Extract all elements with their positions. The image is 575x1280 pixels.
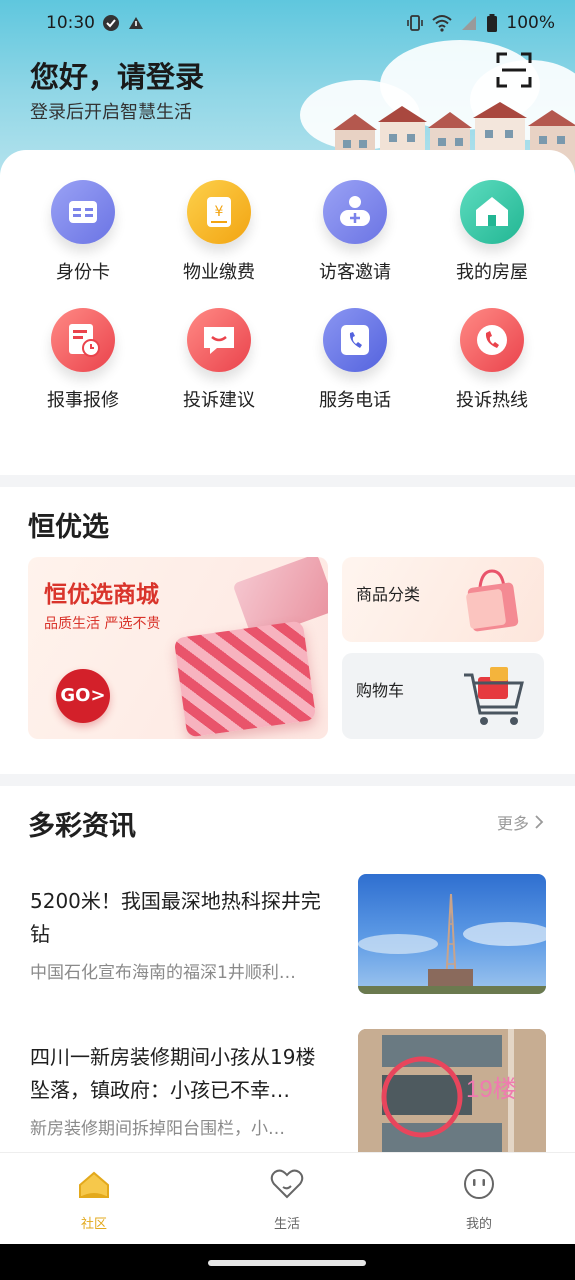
house-icon [460, 180, 524, 244]
nav-label: 我的 [465, 1217, 492, 1232]
service-property-fee[interactable]: ¥ 物业缴费 [159, 180, 279, 284]
service-label: 投诉热线 [456, 390, 528, 411]
svg-text:¥: ¥ [215, 204, 224, 220]
news-desc: 中国石化宣布海南的福深1井顺利… [30, 963, 296, 983]
shop-banner-title: 恒优选商城 [44, 582, 159, 608]
shop-category-label: 商品分类 [356, 585, 421, 604]
chevron-right-icon [535, 815, 544, 829]
service-complaint[interactable]: 投诉建议 [159, 308, 279, 412]
nav-label: 社区 [80, 1217, 107, 1232]
news-title: 5200米！我国最深地热科探井完钻 [30, 889, 321, 946]
gift-box-image [173, 620, 317, 738]
visitor-icon [323, 180, 387, 244]
nav-tab-community[interactable]: 社区 [54, 1167, 134, 1232]
service-label: 身份卡 [56, 262, 110, 283]
service-id-card[interactable]: 身份卡 [23, 180, 143, 284]
id-card-icon [51, 180, 115, 244]
shop-cart-card[interactable]: 购物车 [342, 653, 544, 739]
complaint-icon [187, 308, 251, 372]
shop-banner-subtitle: 品质生活 严选不贵 [44, 616, 161, 632]
signal-icon [462, 16, 477, 30]
repair-icon [51, 308, 115, 372]
service-label: 我的房屋 [456, 262, 528, 283]
shopping-cart-icon [464, 667, 524, 725]
wifi-icon [432, 15, 453, 32]
nav-tab-mine[interactable]: 我的 [439, 1167, 519, 1232]
news-image-building: 19楼 [358, 1029, 546, 1152]
news-image-drilling-rig [358, 874, 546, 994]
news-title: 四川一新房装修期间小孩从19楼坠落，镇政府：小孩已不幸… [30, 1045, 316, 1102]
home-gesture-bar[interactable] [208, 1260, 366, 1266]
go-button[interactable]: GO> [56, 669, 110, 723]
news-desc: 新房装修期间拆掉阳台围栏，小… [30, 1119, 285, 1139]
service-label: 报事报修 [47, 390, 119, 411]
service-label: 服务电话 [319, 390, 391, 411]
login-greeting[interactable]: 您好，请登录 [30, 54, 204, 96]
service-repair[interactable]: 报事报修 [23, 308, 143, 412]
service-visitor-invite[interactable]: 访客邀请 [295, 180, 415, 284]
news-image-caption: 19楼 [466, 1076, 517, 1103]
bottom-nav: 社区 生活 我的 [0, 1152, 575, 1244]
shop-category-card[interactable]: 商品分类 [342, 557, 544, 642]
status-bar: 10:30 100% [0, 10, 575, 38]
nav-label: 生活 [273, 1217, 300, 1232]
warning-icon [129, 17, 143, 29]
news-section-title: 多彩资讯 [28, 811, 136, 842]
news-more-link[interactable]: 更多 [497, 810, 544, 834]
shopping-bag-icon [466, 569, 519, 632]
service-label: 访客邀请 [319, 262, 391, 283]
hotline-icon [460, 308, 524, 372]
system-navigation-bar [0, 1244, 575, 1280]
scan-icon[interactable] [496, 52, 532, 88]
service-hotline[interactable]: 投诉热线 [432, 308, 552, 412]
check-circle-icon [103, 15, 119, 31]
service-phone-icon [323, 308, 387, 372]
login-subtitle: 登录后开启智慧生活 [30, 102, 192, 123]
shop-section-title: 恒优选 [28, 512, 109, 543]
shop-cart-label: 购物车 [356, 681, 405, 700]
status-time: 10:30 [46, 13, 95, 33]
nav-tab-life[interactable]: 生活 [247, 1167, 327, 1232]
battery-icon [487, 14, 498, 32]
payment-icon: ¥ [187, 180, 251, 244]
shop-mall-banner[interactable]: 恒优选商城 品质生活 严选不贵 GO> [28, 557, 328, 739]
battery-percentage: 100% [506, 13, 555, 33]
service-label: 投诉建议 [183, 390, 255, 411]
service-label: 物业缴费 [183, 262, 255, 283]
heart-icon [270, 1169, 304, 1199]
services-card: 身份卡 ¥ 物业缴费 访客邀请 我的房屋 报事报修 投诉建议 服务电话 投诉热线 [0, 150, 575, 475]
smiley-icon [464, 1169, 494, 1199]
service-phone[interactable]: 服务电话 [295, 308, 415, 412]
vibrate-icon [407, 15, 424, 31]
community-icon [79, 1171, 109, 1198]
more-label: 更多 [497, 814, 530, 833]
service-my-house[interactable]: 我的房屋 [432, 180, 552, 284]
